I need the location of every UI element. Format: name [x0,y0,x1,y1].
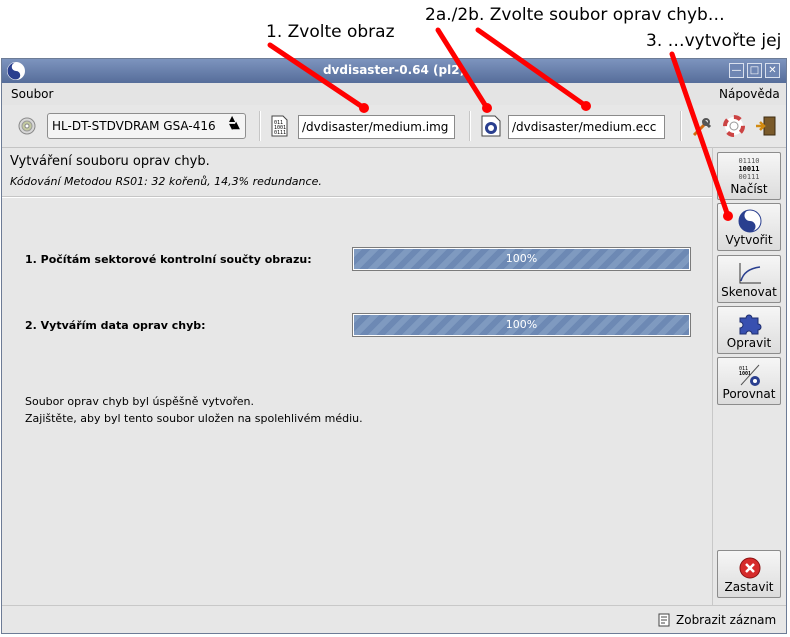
arrow-step3 [669,51,731,219]
arrow-step2b [475,27,589,109]
arrow-step2a-dot [482,103,492,113]
arrow-step2a [435,27,490,111]
arrow-step1-dot [359,103,369,113]
annotation-arrows [267,27,733,221]
arrow-step1 [267,42,367,111]
arrow-step2b-dot [581,101,591,111]
arrow-step3-dot [723,211,733,221]
